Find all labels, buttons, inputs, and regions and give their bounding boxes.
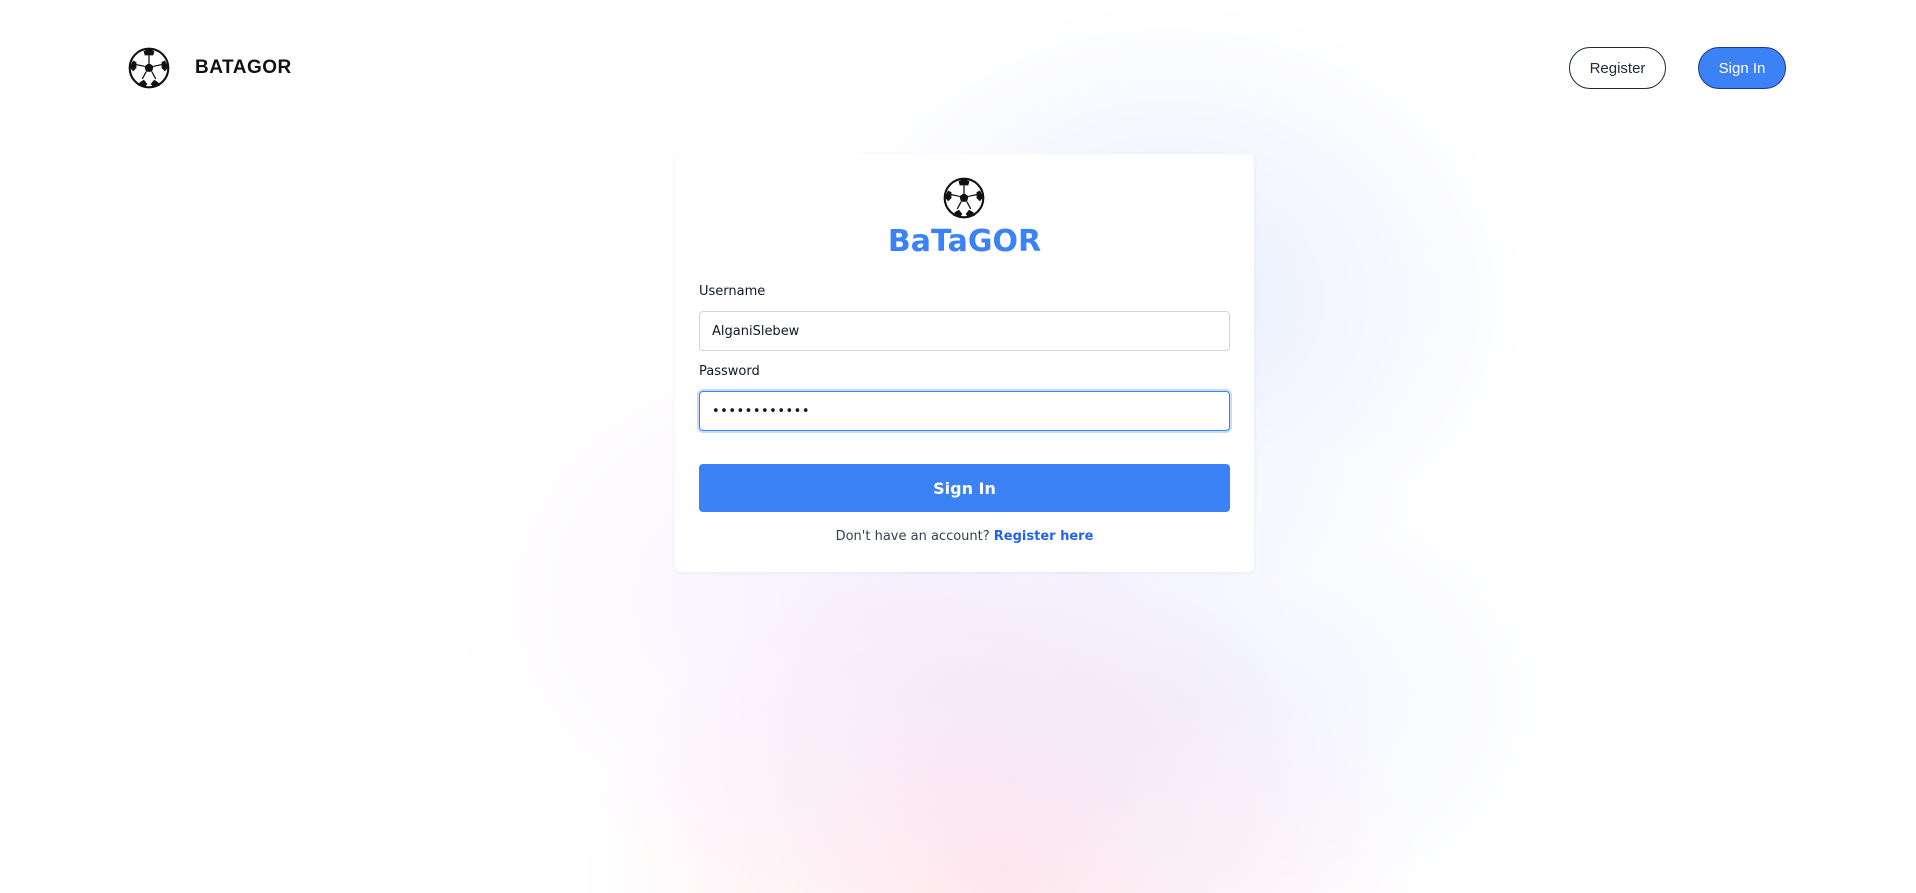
soccer-ball-icon [128,47,170,89]
brand[interactable]: BATAGOR [128,47,292,89]
username-input[interactable] [699,311,1230,351]
login-card: BaTaGOR Username Password Sign In Don't … [675,154,1254,572]
password-input[interactable] [699,391,1230,431]
app-title: BaTaGOR [887,224,1042,259]
register-link[interactable]: Register here [994,529,1094,544]
sign-in-nav-button[interactable]: Sign In [1698,47,1786,89]
register-prompt: Don't have an account? Register here [675,529,1254,544]
top-navbar: BATAGOR Register Sign In [0,0,1916,136]
password-label: Password [699,364,760,379]
sign-in-submit-button[interactable]: Sign In [699,464,1230,512]
brand-name: BATAGOR [195,57,292,78]
soccer-ball-icon [943,177,985,219]
no-account-text: Don't have an account? [835,529,990,544]
username-label: Username [699,284,766,299]
register-button[interactable]: Register [1569,47,1666,89]
